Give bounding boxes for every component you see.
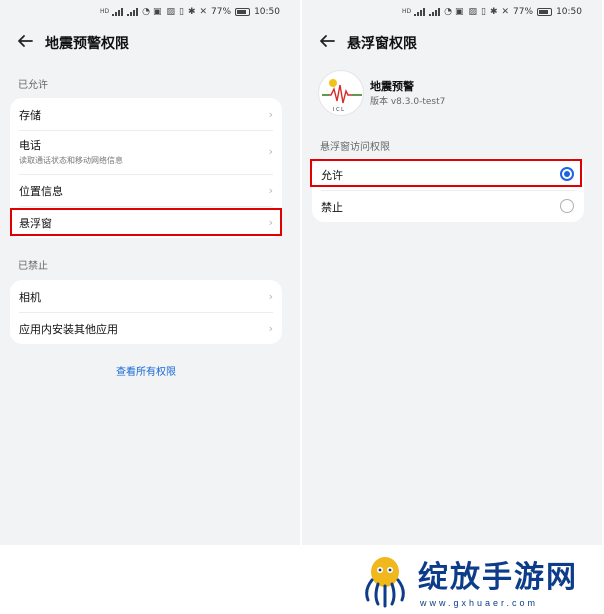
mute-icon: ✕ — [501, 7, 510, 17]
battery-icon — [537, 8, 553, 16]
bluetooth-icon: ✱ — [187, 7, 196, 17]
clock: 10:50 — [254, 7, 280, 17]
watermark-url: www.gxhuaer.com — [420, 598, 539, 608]
permission-phone[interactable]: 电话 读取通话状态和移动网络信息 › — [10, 130, 282, 174]
title-bar: 地震预警权限 — [0, 28, 300, 56]
app-version: 版本 v8.3.0-test7 — [370, 97, 446, 107]
status-right-group: ▨ ▯ ✱ ✕ 77% 10:50 — [468, 7, 582, 17]
forbidden-section-label: 已禁止 — [18, 261, 48, 272]
permission-storage[interactable]: 存储 › — [10, 98, 282, 130]
radio-unselected-icon[interactable] — [560, 199, 574, 213]
permission-label: 位置信息 — [19, 185, 63, 198]
back-arrow-icon[interactable] — [14, 30, 36, 52]
status-signal-group: HD ◔ ▣ — [100, 7, 162, 17]
forbidden-permissions-card: 相机 › 应用内安装其他应用 › — [10, 280, 282, 344]
nfc-icon: ▨ — [468, 7, 477, 17]
app-notification-icon: ▣ — [153, 7, 162, 17]
battery-icon — [235, 8, 251, 16]
wifi-icon: ◔ — [142, 7, 150, 17]
signal-icon — [127, 8, 139, 16]
permission-location[interactable]: 位置信息 › — [10, 174, 282, 206]
chevron-right-icon: › — [268, 184, 273, 197]
status-right-group: ▨ ▯ ✱ ✕ 77% 10:50 — [166, 7, 280, 17]
view-all-permissions-link[interactable]: 查看所有权限 — [0, 363, 292, 378]
app-notification-icon: ▣ — [455, 7, 464, 17]
hd-indicator: HD — [402, 8, 412, 15]
allowed-section-label: 已允许 — [18, 80, 48, 91]
watermark: 绽放手游网 www.gxhuaer.com — [354, 548, 600, 612]
nfc-icon: ▨ — [166, 7, 175, 17]
option-forbid[interactable]: 禁止 — [312, 190, 584, 222]
octopus-logo-icon — [365, 557, 405, 608]
earthquake-wave-icon: I C L — [318, 70, 364, 116]
permission-description: 读取通话状态和移动网络信息 — [19, 156, 123, 165]
hd-indicator: HD — [100, 8, 110, 15]
app-name: 地震预警 — [370, 80, 414, 93]
clock: 10:50 — [556, 7, 582, 17]
vibrate-icon: ▯ — [481, 7, 486, 17]
permission-install-apps[interactable]: 应用内安装其他应用 › — [10, 312, 282, 344]
signal-icon — [429, 8, 441, 16]
status-signal-group: HD ◔ ▣ — [402, 7, 464, 17]
permission-label: 相机 — [19, 291, 41, 304]
floating-window-screen: HD ◔ ▣ ▨ ▯ ✱ ✕ 77% 10:50 悬浮窗权限 I C L 地震预… — [302, 0, 602, 545]
allow-option-highlight — [310, 159, 582, 187]
chevron-right-icon: › — [268, 290, 273, 303]
permission-label: 电话 — [19, 139, 41, 152]
floating-access-section-label: 悬浮窗访问权限 — [320, 142, 390, 153]
floating-window-highlight — [10, 208, 282, 236]
permission-label: 应用内安装其他应用 — [19, 323, 118, 336]
page-title: 地震预警权限 — [45, 36, 129, 52]
page-title: 悬浮窗权限 — [347, 36, 417, 52]
svg-text:I C L: I C L — [333, 107, 344, 113]
permission-label: 存储 — [19, 109, 41, 122]
chevron-right-icon: › — [268, 145, 273, 158]
vibrate-icon: ▯ — [179, 7, 184, 17]
status-bar: HD ◔ ▣ ▨ ▯ ✱ ✕ 77% 10:50 — [302, 0, 602, 26]
chevron-right-icon: › — [268, 322, 273, 335]
signal-icon — [112, 8, 124, 16]
status-bar: HD ◔ ▣ ▨ ▯ ✱ ✕ 77% 10:50 — [0, 0, 300, 26]
battery-percent: 77% — [211, 7, 232, 17]
mute-icon: ✕ — [199, 7, 208, 17]
back-arrow-icon[interactable] — [316, 30, 338, 52]
bluetooth-icon: ✱ — [489, 7, 498, 17]
wifi-icon: ◔ — [444, 7, 452, 17]
watermark-text: 绽放手游网 — [418, 560, 578, 595]
title-bar: 悬浮窗权限 — [302, 28, 602, 56]
signal-icon — [414, 8, 426, 16]
battery-percent: 77% — [513, 7, 534, 17]
permission-camera[interactable]: 相机 › — [10, 280, 282, 312]
option-label: 禁止 — [321, 201, 343, 214]
permissions-screen: HD ◔ ▣ ▨ ▯ ✱ ✕ 77% 10:50 地震预警权限 已允许 存储 ›… — [0, 0, 300, 545]
chevron-right-icon: › — [268, 108, 273, 121]
